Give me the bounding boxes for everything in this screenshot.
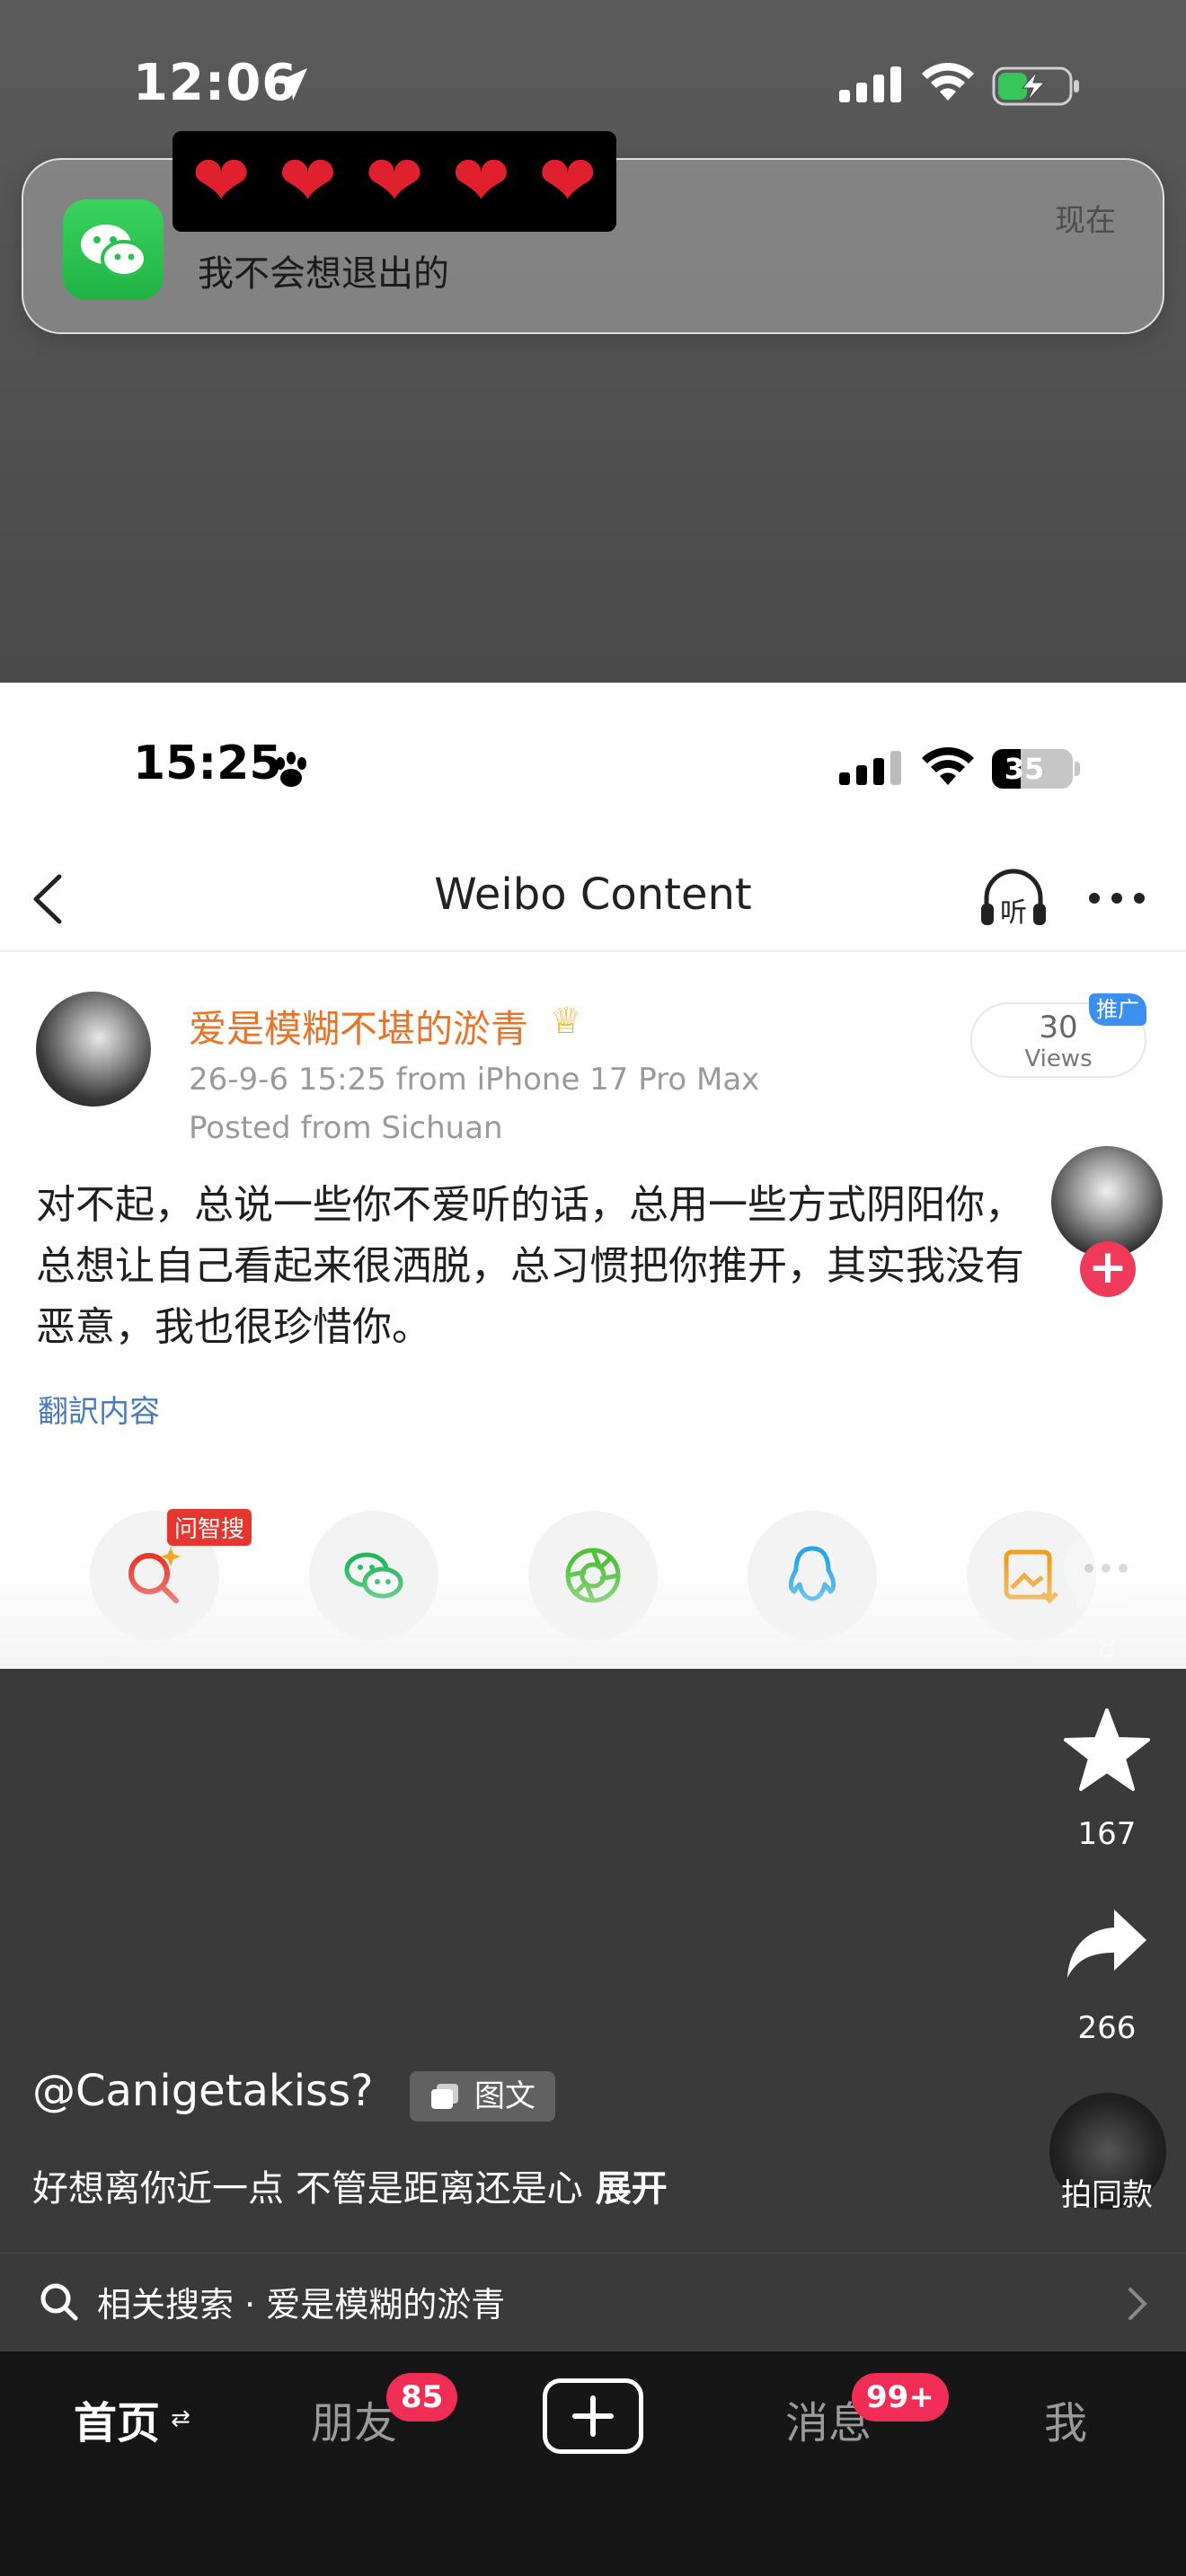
post-meta: 26-9-6 15:25 from iPhone 17 Pro Max bbox=[189, 1062, 760, 1098]
related-search-bar[interactable]: 相关搜索 · 爱是模糊的淤青 bbox=[0, 2253, 1186, 2342]
gallery-icon bbox=[431, 2084, 458, 2109]
expand-link[interactable]: 展开 bbox=[596, 2168, 668, 2210]
post-text: 对不起，总说一些你不爱听的话，总用一些方式阴阳你， 总想让自己看起来很洒脱，总习… bbox=[36, 1175, 1114, 1358]
promo-badge: 推广 bbox=[1089, 993, 1146, 1026]
more-options-icon[interactable] bbox=[1085, 880, 1148, 916]
tab-friends[interactable]: 朋友 bbox=[311, 2387, 397, 2450]
post-line: 对不起，总说一些你不爱听的话，总用一些方式阴阳你， bbox=[36, 1182, 1024, 1228]
heart-icon: ❤ bbox=[278, 141, 338, 222]
battery-icon: 35 bbox=[992, 749, 1073, 789]
create-post-button[interactable] bbox=[543, 2378, 643, 2454]
listen-label: 听 bbox=[1000, 897, 1027, 929]
caption-text: 好想离你近一点 不管是距离还是心 bbox=[32, 2168, 583, 2210]
wifi-icon bbox=[922, 747, 974, 785]
headphones-icon: 听 bbox=[981, 869, 1046, 929]
ai-search-badge: 问智搜 bbox=[167, 1509, 252, 1546]
heart-icon: ❤ bbox=[451, 141, 511, 222]
outer-screen-top: 12:06 我不会想退出的 现在 ❤ ❤ ❤ ❤ ❤ bbox=[0, 0, 1186, 683]
notification-body: 我不会想退出的 bbox=[198, 253, 449, 295]
cellular-signal-icon bbox=[839, 66, 901, 102]
heart-icon: ❤ bbox=[538, 141, 597, 222]
follow-button[interactable]: + bbox=[1080, 1241, 1136, 1297]
friends-badge: 85 bbox=[386, 2373, 458, 2422]
location-arrow-icon bbox=[275, 68, 307, 101]
inner-status-bar: 15:25 35 bbox=[0, 737, 1186, 799]
like-count: 1110 bbox=[1067, 1444, 1146, 1480]
switch-feed-icon[interactable]: ⇄ bbox=[171, 2405, 190, 2432]
inner-status-time: 15:25 bbox=[133, 737, 282, 790]
bottom-tab-bar: 首页 ⇄ 朋友 85 消息 99+ 我 bbox=[0, 2351, 1186, 2576]
translate-link[interactable]: 翻訳内容 bbox=[38, 1387, 160, 1431]
post-type-label: 图文 bbox=[474, 2078, 535, 2114]
tab-me[interactable]: 我 bbox=[1044, 2387, 1087, 2450]
post-line: 恶意，我也很珍惜你。 bbox=[36, 1304, 431, 1350]
wechat-app-icon bbox=[63, 199, 164, 300]
tab-home[interactable]: 首页 bbox=[74, 2387, 160, 2450]
share-arrow-icon[interactable] bbox=[1064, 1904, 1150, 1985]
heart-icon: ❤ bbox=[191, 141, 251, 222]
favorite-count: 167 bbox=[1077, 1816, 1137, 1852]
notification-time: 现在 bbox=[1055, 203, 1116, 239]
messages-badge: 99+ bbox=[852, 2373, 949, 2422]
views-label: Views bbox=[1024, 1045, 1093, 1072]
chevron-right-icon bbox=[1128, 2288, 1147, 2320]
author-avatar[interactable] bbox=[36, 992, 151, 1107]
crown-icon: ♕ bbox=[550, 1001, 582, 1042]
post-location: Posted from Sichuan bbox=[189, 1110, 503, 1146]
weibo-nav-bar: Weibo Content 听 bbox=[0, 844, 1186, 952]
outer-status-bar: 12:06 bbox=[0, 54, 1186, 126]
wifi-icon bbox=[922, 63, 974, 101]
author-name[interactable]: 爱是模糊不堪的淤青 bbox=[189, 999, 528, 1054]
same-style-label[interactable]: 拍同款 bbox=[1044, 2170, 1170, 2214]
creator-handle[interactable]: @Canigetakiss? bbox=[32, 2066, 374, 2116]
search-icon bbox=[40, 2283, 78, 2321]
post-line: 总想让自己看起来很洒脱，总习惯把你推开，其实我没有 bbox=[36, 1243, 1024, 1289]
battery-level: 35 bbox=[1004, 752, 1045, 786]
weibo-screenshot-card: 15:25 35 Weibo Content 听 爱是模糊不堪的淤青 ♕ 26-… bbox=[0, 683, 1186, 1669]
comment-icon[interactable] bbox=[1058, 1527, 1154, 1617]
related-search-text: 相关搜索 · 爱是模糊的淤青 bbox=[97, 2285, 506, 2325]
cellular-signal-icon bbox=[839, 751, 901, 785]
battery-charging-icon bbox=[992, 66, 1079, 106]
favorite-star-icon[interactable] bbox=[1062, 1707, 1152, 1796]
paw-icon bbox=[276, 752, 306, 787]
post-type-tag: 图文 bbox=[410, 2071, 555, 2122]
share-count: 266 bbox=[1077, 2010, 1137, 2046]
card-bottom-fade bbox=[0, 1561, 1186, 1669]
battery-tip bbox=[1075, 762, 1080, 776]
listen-button[interactable]: 听 bbox=[978, 862, 1049, 934]
heart-icon: ❤ bbox=[365, 141, 424, 222]
comment-count: 8 bbox=[1097, 1629, 1117, 1665]
like-heart-icon[interactable] bbox=[1057, 1337, 1155, 1426]
hearts-sticker-cover: ❤ ❤ ❤ ❤ ❤ bbox=[173, 131, 616, 232]
video-caption: 好想离你近一点 不管是距离还是心 展开 bbox=[32, 2159, 668, 2211]
